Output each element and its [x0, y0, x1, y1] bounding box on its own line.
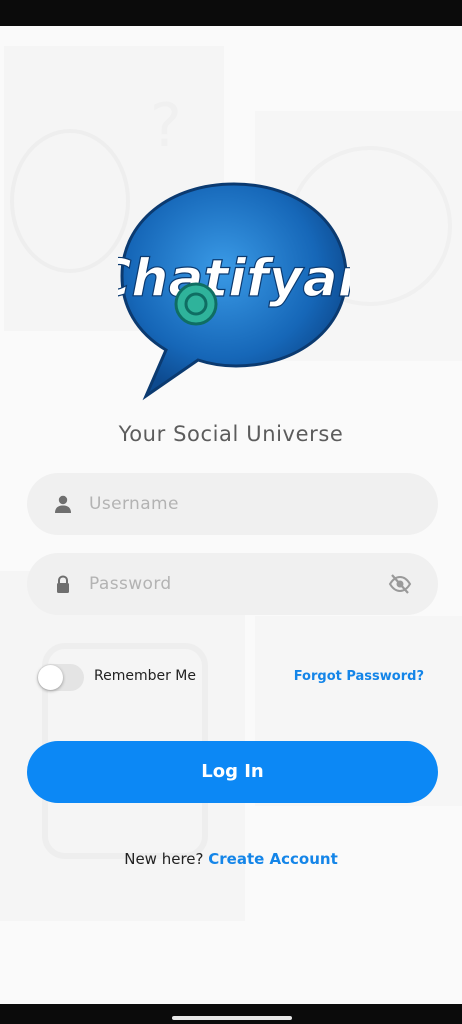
password-input[interactable] — [89, 553, 389, 615]
logo-wordmark: Chatifyan — [118, 249, 350, 309]
status-bar — [0, 0, 462, 26]
remember-me-label: Remember Me — [94, 668, 196, 684]
system-navigation-bar — [0, 1004, 462, 1024]
signup-prompt-text: New here? — [124, 850, 204, 868]
signup-prompt-row: New here? Create Account — [0, 850, 462, 868]
password-field[interactable] — [27, 553, 438, 615]
username-input[interactable] — [89, 473, 389, 535]
home-indicator[interactable] — [172, 1016, 292, 1020]
login-button[interactable]: Log In — [27, 741, 438, 803]
username-field[interactable] — [27, 473, 438, 535]
forgot-password-link[interactable]: Forgot Password? — [294, 669, 424, 684]
person-icon — [55, 495, 71, 513]
svg-text:?: ? — [150, 91, 182, 161]
toggle-knob — [38, 665, 63, 690]
app-tagline: Your Social Universe — [118, 422, 344, 446]
chatifyan-logo: Chatifyan — [118, 182, 350, 401]
create-account-link[interactable]: Create Account — [208, 850, 338, 868]
lock-icon — [57, 575, 69, 593]
login-screen: ? Chatifyan Your Social Universe — [0, 26, 462, 1004]
eye-off-icon[interactable] — [388, 573, 412, 595]
remember-me-toggle[interactable] — [37, 664, 84, 691]
